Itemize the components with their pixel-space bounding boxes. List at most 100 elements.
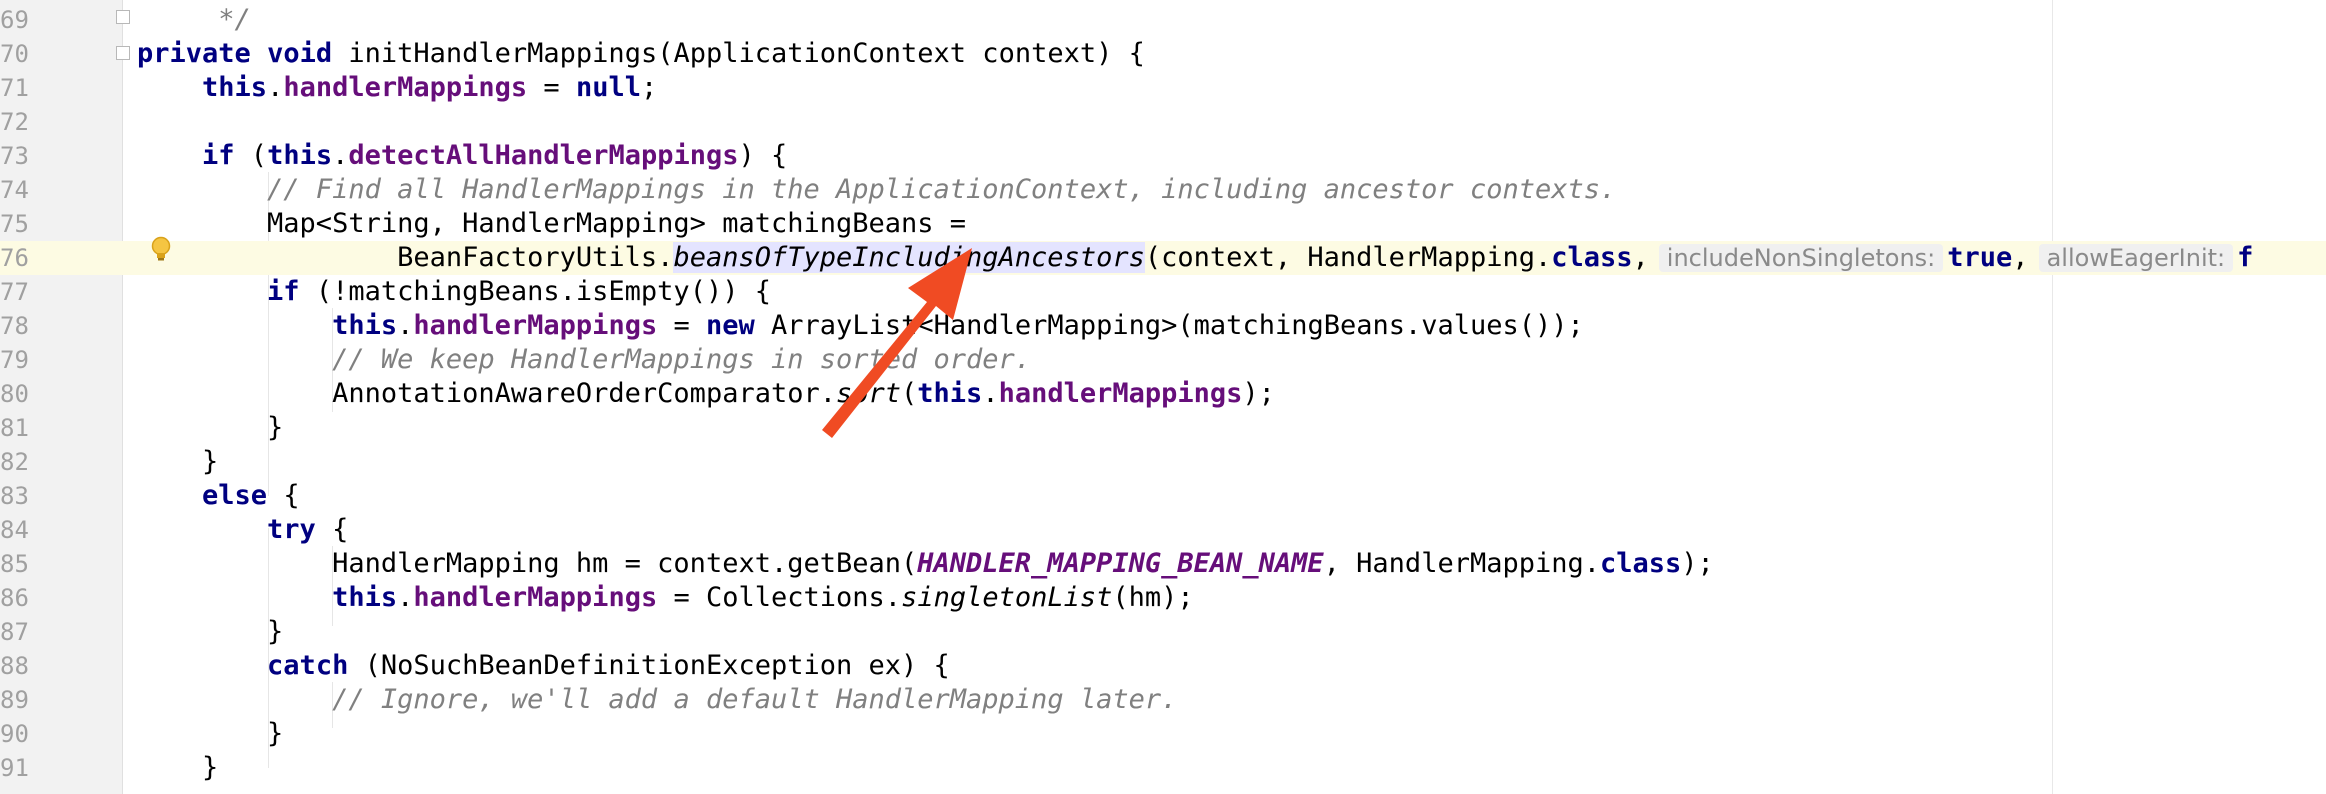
code-line[interactable]: 84 try {: [0, 513, 2326, 547]
code-token: (: [234, 140, 268, 171]
line-number: 78: [0, 312, 29, 340]
code-token: f: [2237, 242, 2254, 273]
code-line[interactable]: 90 }: [0, 717, 2326, 751]
code-line[interactable]: 70 private void initHandlerMappings(Appli…: [0, 37, 2326, 71]
code-token: {: [267, 480, 300, 511]
line-number: 79: [0, 346, 29, 374]
code-text: AnnotationAwareOrderComparator.sort(this…: [137, 377, 1275, 411]
code-token: detectAllHandlerMappings: [348, 140, 739, 171]
code-line[interactable]: 85 HandlerMapping hm = context.getBean(H…: [0, 547, 2326, 581]
code-text: HandlerMapping hm = context.getBean(HAND…: [137, 547, 1714, 581]
code-token: );: [1242, 378, 1275, 409]
line-number: 81: [0, 414, 29, 442]
code-token: Map<String, HandlerMapping> matchingBean…: [137, 208, 967, 239]
code-line[interactable]: 89 // Ignore, we'll add a default Handle…: [0, 683, 2326, 717]
code-token: */: [202, 4, 251, 35]
line-number: 80: [0, 380, 29, 408]
code-line[interactable]: 75 Map<String, HandlerMapping> matchingB…: [0, 207, 2326, 241]
code-token: );: [1681, 548, 1714, 579]
code-token: ,: [1632, 242, 1649, 273]
code-token: AnnotationAwareOrderComparator.: [137, 378, 836, 409]
code-line[interactable]: 71 this.handlerMappings = null;: [0, 71, 2326, 105]
code-text: else {: [137, 479, 300, 513]
code-text: BeanFactoryUtils.beansOfTypeIncludingAnc…: [137, 241, 2253, 275]
line-number: 75: [0, 210, 29, 238]
code-line[interactable]: 91 }: [0, 751, 2326, 785]
code-token: = Collections.: [657, 582, 902, 613]
code-line[interactable]: 88 catch (NoSuchBeanDefinitionException …: [0, 649, 2326, 683]
code-line[interactable]: 74 // Find all HandlerMappings in the Ap…: [0, 173, 2326, 207]
code-token: this: [917, 378, 983, 409]
line-number: 86: [0, 584, 29, 612]
code-line[interactable]: 80 AnnotationAwareOrderComparator.sort(t…: [0, 377, 2326, 411]
code-text: // Find all HandlerMappings in the Appli…: [137, 173, 1616, 207]
line-number: 84: [0, 516, 29, 544]
code-line[interactable]: 82 }: [0, 445, 2326, 479]
code-line[interactable]: 81 }: [0, 411, 2326, 445]
code-line[interactable]: 76 BeanFactoryUtils.beansOfTypeIncluding…: [0, 241, 2326, 275]
code-token: singletonList: [901, 582, 1113, 613]
code-line[interactable]: 83 else {: [0, 479, 2326, 513]
code-token: =: [527, 72, 576, 103]
line-number: 85: [0, 550, 29, 578]
code-token: beansOfTypeIncludingAncestors: [673, 242, 1145, 273]
code-token: .: [332, 140, 349, 171]
line-number: 90: [0, 720, 29, 748]
code-text: this.handlerMappings = Collections.singl…: [137, 581, 1194, 615]
code-token: sort: [835, 378, 902, 409]
code-token: }: [137, 752, 219, 783]
code-token: this: [202, 72, 268, 103]
code-token: HandlerMapping hm = context.getBean(: [137, 548, 918, 579]
code-text: }: [137, 717, 283, 751]
code-text: }: [137, 751, 218, 785]
code-line[interactable]: 79 // We keep HandlerMappings in sorted …: [0, 343, 2326, 377]
code-line[interactable]: 77 if (!matchingBeans.isEmpty()) {: [0, 275, 2326, 309]
code-token: // Find all HandlerMappings in the Appli…: [267, 174, 1617, 205]
line-number: 83: [0, 482, 29, 510]
code-text: }: [137, 615, 283, 649]
code-token: private: [137, 38, 251, 69]
code-token: (!matchingBeans.isEmpty()) {: [299, 276, 771, 307]
code-line[interactable]: 87 }: [0, 615, 2326, 649]
code-token: if: [267, 276, 300, 307]
line-number: 87: [0, 618, 29, 646]
code-token: }: [137, 446, 219, 477]
code-token: try: [267, 514, 316, 545]
lightbulb-icon[interactable]: [150, 236, 172, 262]
code-text: // Ignore, we'll add a default HandlerMa…: [137, 683, 1177, 717]
code-text: try {: [137, 513, 348, 547]
line-number: 70: [0, 40, 29, 68]
code-token: void: [267, 38, 333, 69]
code-line[interactable]: 86 this.handlerMappings = Collections.si…: [0, 581, 2326, 615]
code-text: }: [137, 445, 218, 479]
code-token: .: [982, 378, 999, 409]
line-number: 74: [0, 176, 29, 204]
code-token: handlerMappings: [998, 378, 1243, 409]
code-line[interactable]: 73 if (this.detectAllHandlerMappings) {: [0, 139, 2326, 173]
code-text: this.handlerMappings = null;: [137, 71, 657, 105]
code-line[interactable]: 69 */: [0, 3, 2326, 37]
code-line[interactable]: 78 this.handlerMappings = new ArrayList<…: [0, 309, 2326, 343]
code-token: catch: [267, 650, 349, 681]
code-token: =: [657, 310, 706, 341]
code-token: BeanFactoryUtils.: [137, 242, 674, 273]
code-token: (context, HandlerMapping.: [1144, 242, 1552, 273]
code-token: // Ignore, we'll add a default HandlerMa…: [332, 684, 1178, 715]
line-number: 88: [0, 652, 29, 680]
code-token: null: [575, 72, 641, 103]
line-number: 73: [0, 142, 29, 170]
code-token: initHandlerMappings(ApplicationContext c…: [332, 38, 1145, 69]
code-text: */: [137, 3, 251, 37]
code-text: catch (NoSuchBeanDefinitionException ex)…: [137, 649, 950, 683]
code-token: ) {: [738, 140, 788, 171]
code-editor[interactable]: 69 */ 70 private void initHandlerMappings(…: [0, 0, 2326, 794]
code-line[interactable]: 72: [0, 105, 2326, 139]
